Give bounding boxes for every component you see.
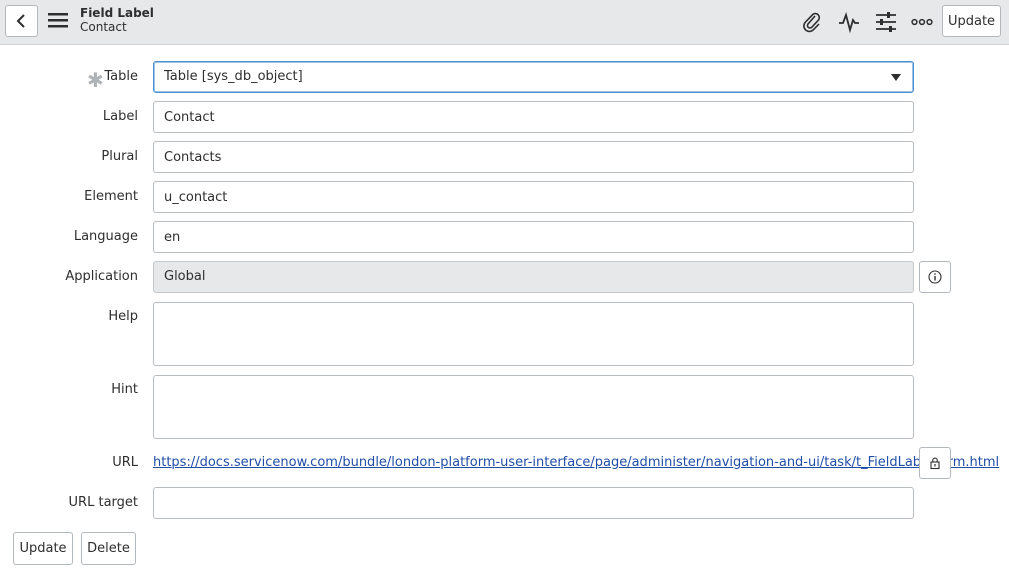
label-input[interactable] <box>153 101 914 133</box>
application-info-button[interactable] <box>919 261 951 293</box>
plural-label: Plural <box>101 149 138 164</box>
hint-label: Hint <box>111 382 138 397</box>
help-textarea[interactable] <box>153 302 914 366</box>
update-button-header[interactable]: Update <box>942 5 1001 37</box>
record-type-title: Field Label <box>80 6 154 20</box>
sliders-icon[interactable] <box>875 11 897 33</box>
chevron-left-icon <box>16 14 25 28</box>
ellipsis-icon[interactable] <box>911 11 933 33</box>
hint-textarea[interactable] <box>153 375 914 439</box>
back-button[interactable] <box>5 5 38 37</box>
update-button[interactable]: Update <box>13 532 73 565</box>
url-label: URL <box>112 455 138 470</box>
language-label: Language <box>73 229 138 244</box>
pulse-icon[interactable] <box>838 11 860 33</box>
table-select[interactable]: Table [sys_db_object] <box>153 61 914 93</box>
help-label: Help <box>108 309 138 324</box>
url-target-input[interactable] <box>153 487 914 519</box>
url-lock-button[interactable] <box>919 447 951 479</box>
url-target-label: URL target <box>68 495 138 510</box>
table-label: Table <box>104 69 138 84</box>
lock-icon <box>930 457 940 470</box>
form-header: Field Label Contact Update <box>0 0 1009 45</box>
application-readonly-field: Global <box>153 261 914 293</box>
plural-input[interactable] <box>153 141 914 173</box>
element-label: Element <box>84 189 138 204</box>
application-label: Application <box>65 269 138 284</box>
info-circle-icon <box>928 270 942 284</box>
hamburger-menu-icon[interactable] <box>48 12 68 28</box>
label-label: Label <box>102 109 138 124</box>
url-link[interactable]: https://docs.servicenow.com/bundle/londo… <box>153 455 999 470</box>
record-name-subtitle: Contact <box>80 20 127 34</box>
language-input[interactable] <box>153 221 914 253</box>
delete-button[interactable]: Delete <box>81 532 136 565</box>
element-input[interactable] <box>153 181 914 213</box>
paperclip-icon[interactable] <box>801 11 823 33</box>
